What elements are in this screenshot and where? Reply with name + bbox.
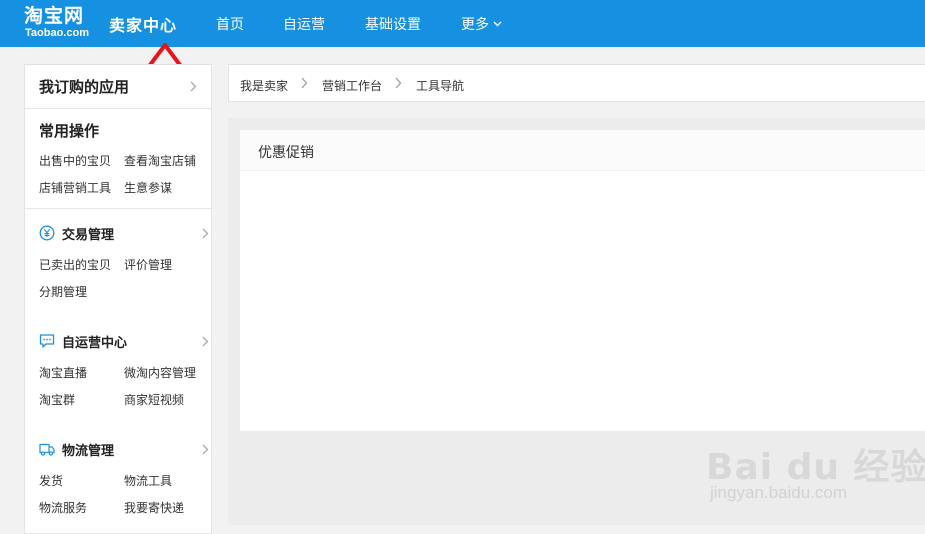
group-logistics-management[interactable]: 物流管理: [39, 440, 209, 460]
group-title: 物流管理: [62, 444, 115, 459]
seller-center-title[interactable]: 卖家中心: [109, 12, 177, 36]
chevron-right-icon: [190, 81, 197, 92]
sidebar: 我订购的应用 常用操作 出售中的宝贝 查看淘宝店铺 店铺营销工具 生意参谋 交易…: [24, 64, 212, 534]
logo-text-cn: 淘宝网: [24, 5, 85, 27]
chevron-down-icon: [493, 21, 502, 27]
link-short-video[interactable]: 商家短视频: [124, 391, 184, 408]
link-logistics-tools[interactable]: 物流工具: [124, 472, 172, 489]
breadcrumb-item-current: 工具导航: [416, 79, 465, 93]
logo-text-en: Taobao.com: [25, 27, 89, 39]
nav-more-label: 更多: [461, 17, 489, 33]
link-business-advisor[interactable]: 生意参谋: [124, 179, 172, 196]
chevron-right-icon: [202, 228, 209, 239]
my-apps-header[interactable]: 我订购的应用: [25, 65, 211, 109]
chat-bubble-icon: [39, 334, 55, 348]
truck-icon: [39, 443, 55, 456]
top-navbar: 淘宝网 Taobao.com 卖家中心 首页 自运营 基础设置 更多: [0, 0, 925, 47]
link-on-sale-items[interactable]: 出售中的宝贝: [39, 152, 111, 169]
chevron-right-icon: [395, 77, 402, 89]
link-logistics-service[interactable]: 物流服务: [39, 499, 87, 516]
group-trade-management[interactable]: 交易管理: [39, 224, 209, 244]
nav-self-operation[interactable]: 自运营: [283, 14, 325, 34]
watermark-sub: jingyan.baidu.com: [710, 483, 848, 502]
breadcrumb: 我是卖家 营销工作台 工具导航: [228, 64, 925, 102]
divider: [25, 208, 211, 209]
link-taobao-live[interactable]: 淘宝直播: [39, 364, 87, 381]
card-title: 优惠促销: [258, 145, 314, 161]
link-send-express[interactable]: 我要寄快递: [124, 499, 184, 516]
my-apps-title: 我订购的应用: [39, 78, 130, 96]
common-operations-title: 常用操作: [39, 122, 100, 140]
link-sold-items[interactable]: 已卖出的宝贝: [39, 256, 111, 273]
yen-circle-icon: [39, 225, 55, 241]
chevron-right-icon: [301, 77, 308, 89]
chevron-right-icon: [202, 336, 209, 347]
baidu-jingyan-watermark: Bai du 经验 jingyan.baidu.com: [706, 428, 925, 508]
nav-more[interactable]: 更多: [461, 14, 502, 34]
breadcrumb-item[interactable]: 我是卖家: [240, 77, 288, 94]
link-installment-management[interactable]: 分期管理: [39, 283, 87, 300]
link-weitao-content[interactable]: 微淘内容管理: [124, 364, 196, 381]
link-review-management[interactable]: 评价管理: [124, 256, 172, 273]
nav-basic-settings[interactable]: 基础设置: [365, 14, 421, 34]
card-header: 优惠促销: [240, 130, 925, 171]
group-self-operation-center[interactable]: 自运营中心: [39, 332, 209, 352]
link-ship[interactable]: 发货: [39, 472, 63, 489]
link-view-shop[interactable]: 查看淘宝店铺: [124, 152, 196, 169]
taobao-logo[interactable]: 淘宝网 Taobao.com: [24, 5, 102, 41]
chevron-right-icon: [202, 444, 209, 455]
breadcrumb-item[interactable]: 营销工作台: [322, 77, 382, 94]
group-title: 交易管理: [62, 228, 115, 243]
group-title: 自运营中心: [62, 336, 128, 351]
link-taobao-group[interactable]: 淘宝群: [39, 391, 75, 408]
promotion-card: 优惠促销: [240, 130, 925, 431]
link-marketing-tools[interactable]: 店铺营销工具: [39, 179, 111, 196]
nav-home[interactable]: 首页: [216, 14, 244, 34]
